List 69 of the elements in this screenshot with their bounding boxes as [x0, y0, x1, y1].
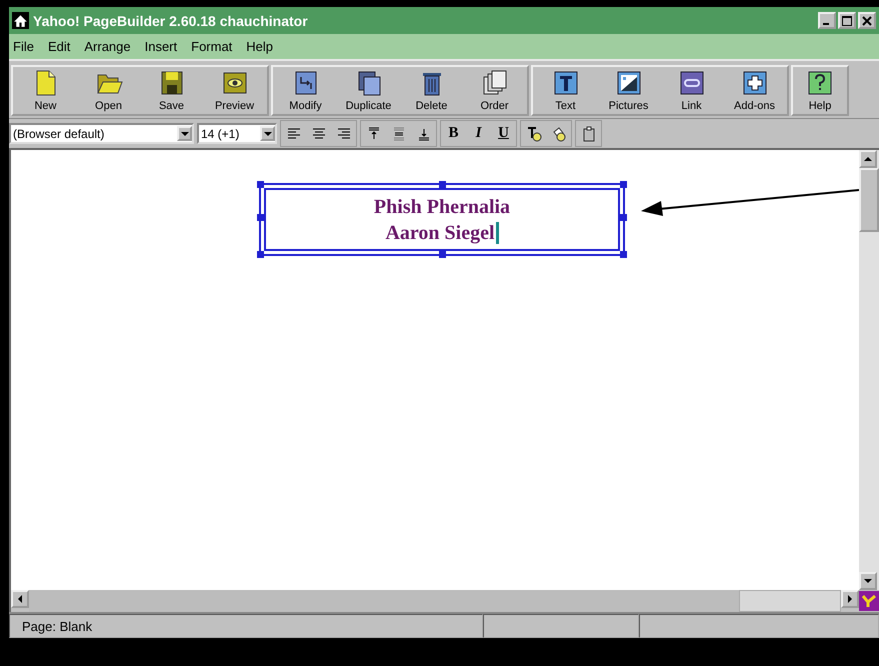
toolbar-button[interactable]: Add-ons [724, 69, 785, 112]
scroll-down-button[interactable] [859, 572, 877, 590]
resize-handle[interactable] [439, 251, 446, 258]
up-arrow-icon [864, 157, 872, 161]
menu-item[interactable]: File [13, 39, 34, 54]
status-text: Page: Blank [9, 614, 483, 638]
dropdown-arrow-icon [180, 132, 188, 136]
close-icon [862, 16, 872, 26]
toolbar-button[interactable]: Delete [401, 69, 462, 112]
toolbar-button[interactable]: Duplicate [338, 69, 399, 112]
scroll-up-button[interactable] [859, 150, 877, 168]
menu-item[interactable]: Arrange [84, 39, 131, 54]
scroll-thumb[interactable] [739, 590, 841, 612]
font-dropdown[interactable]: (Browser default) [9, 123, 194, 144]
minimize-icon [823, 22, 829, 24]
resize-handle[interactable] [257, 251, 264, 258]
horizontal-scrollbar[interactable] [11, 590, 859, 612]
image-icon [614, 69, 642, 97]
text-line: Aaron Siegel [385, 220, 499, 246]
resize-handle[interactable] [257, 214, 264, 221]
question-mark-icon [806, 69, 834, 97]
toolbar-button[interactable]: Text [535, 69, 596, 112]
maximize-icon [842, 16, 852, 26]
align-center-icon [310, 126, 326, 142]
align-right-icon [336, 126, 352, 142]
maximize-button[interactable] [838, 12, 856, 29]
close-button[interactable] [858, 12, 876, 29]
toolbar-button[interactable]: Link [661, 69, 722, 112]
text-line: Phish Phernalia [374, 194, 510, 220]
resize-handle[interactable] [439, 181, 446, 188]
window-title: Yahoo! PageBuilder 2.60.18 chauchinator [33, 12, 309, 28]
toolbar-button[interactable]: Open [78, 69, 139, 112]
toolbar-button[interactable]: Modify [275, 69, 336, 112]
resize-handle[interactable] [620, 251, 627, 258]
clipboard-icon [580, 126, 596, 142]
toolbar-button[interactable]: Save [141, 69, 202, 112]
right-arrow-icon [848, 595, 852, 603]
toolbar-button[interactable]: Preview [204, 69, 265, 112]
left-arrow-icon [18, 595, 22, 603]
dropdown-arrow-icon [264, 132, 272, 136]
menu-item[interactable]: Insert [144, 39, 178, 54]
scroll-left-button[interactable] [11, 590, 29, 608]
plus-icon [740, 69, 768, 97]
scroll-right-button[interactable] [841, 590, 859, 608]
page-canvas[interactable]: Phish Phernalia Aaron Siegel [11, 150, 859, 590]
text-effect-icon [526, 126, 542, 142]
help-button[interactable]: Help [795, 69, 845, 112]
down-arrow-icon [864, 579, 872, 583]
stacked-pages-icon [480, 69, 508, 97]
minimize-button[interactable] [818, 12, 836, 29]
resize-handle[interactable] [257, 181, 264, 188]
chain-link-icon [678, 69, 706, 97]
size-dropdown[interactable]: 14 (+1) [197, 123, 277, 144]
toolbar-button[interactable]: Pictures [598, 69, 659, 112]
toolbar-button[interactable]: New [15, 69, 76, 112]
resize-handle[interactable] [620, 214, 627, 221]
text-cursor-icon [496, 222, 499, 244]
align-left-icon [286, 126, 302, 142]
toolbar-button[interactable]: Order [464, 69, 525, 112]
house-icon [12, 12, 29, 29]
logo-icon [859, 590, 879, 612]
letter-t-icon [552, 69, 580, 97]
text-box[interactable]: Phish Phernalia Aaron Siegel [259, 183, 625, 256]
menu-item[interactable]: Help [246, 39, 274, 54]
paint-bucket-icon [550, 126, 566, 142]
menu-item[interactable]: Format [191, 39, 232, 54]
menu-item[interactable]: Edit [48, 39, 70, 54]
resize-handle[interactable] [620, 181, 627, 188]
vertical-scrollbar[interactable] [859, 150, 879, 590]
